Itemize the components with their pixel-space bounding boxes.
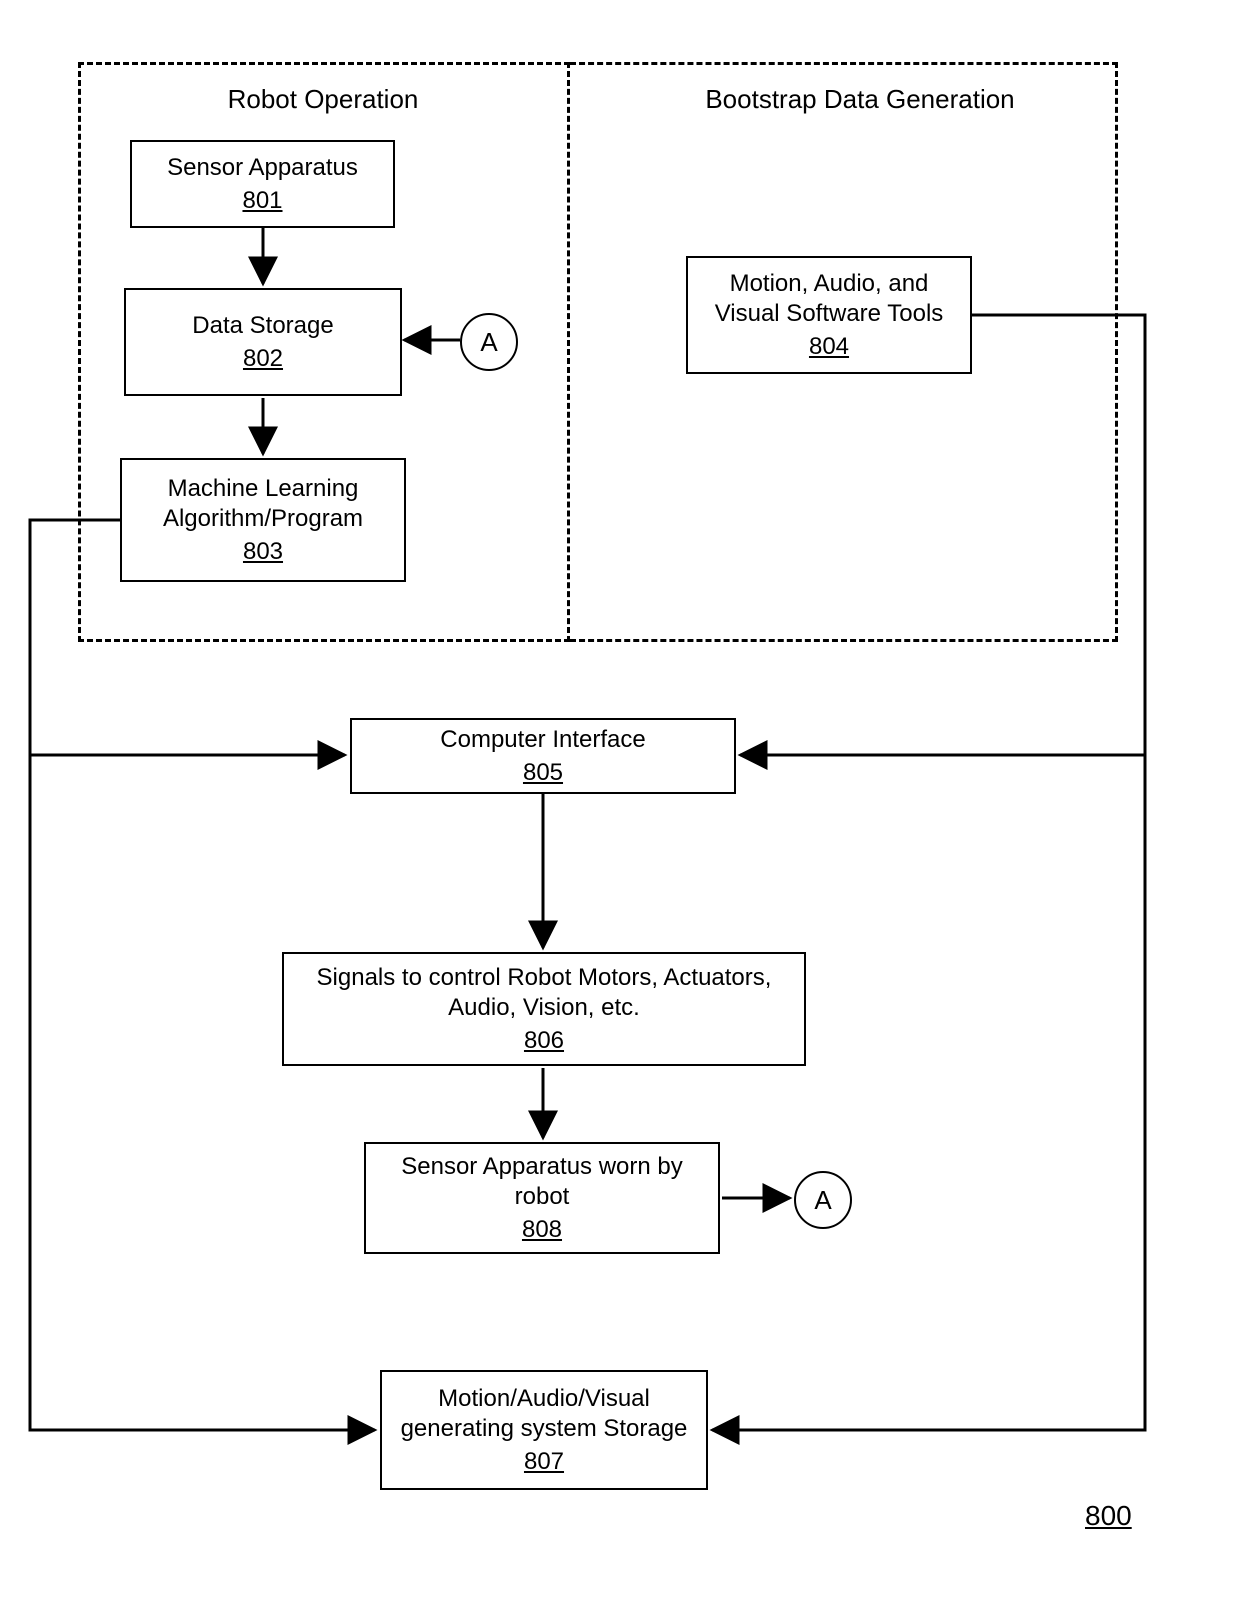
box-label: Machine Learning Algorithm/Program [130,474,396,534]
box-mav-storage: Motion/Audio/Visual generating system St… [380,1370,708,1490]
box-label: Motion/Audio/Visual generating system St… [390,1384,698,1444]
box-sensor-apparatus-robot: Sensor Apparatus worn by robot 808 [364,1142,720,1254]
box-ref: 804 [809,333,849,361]
box-computer-interface: Computer Interface 805 [350,718,736,794]
box-ref: 802 [243,345,283,373]
box-label: Motion, Audio, and Visual Software Tools [696,269,962,329]
box-ref: 801 [242,187,282,215]
box-machine-learning: Machine Learning Algorithm/Program 803 [120,458,406,582]
box-label: Sensor Apparatus worn by robot [374,1152,710,1212]
box-ref: 805 [523,759,563,787]
figure-reference: 800 [1085,1500,1132,1532]
box-label: Sensor Apparatus [167,153,358,183]
box-ref: 806 [524,1027,564,1055]
box-signals-control: Signals to control Robot Motors, Actuato… [282,952,806,1066]
connector-label: A [480,327,497,358]
connector-a-top: A [460,313,518,371]
connector-a-bottom: A [794,1171,852,1229]
box-ref: 807 [524,1448,564,1476]
connector-label: A [814,1185,831,1216]
box-data-storage: Data Storage 802 [124,288,402,396]
box-sensor-apparatus: Sensor Apparatus 801 [130,140,395,228]
box-motion-audio-visual-tools: Motion, Audio, and Visual Software Tools… [686,256,972,374]
box-label: Data Storage [192,311,333,341]
box-label: Computer Interface [440,725,645,755]
box-label: Signals to control Robot Motors, Actuato… [292,963,796,1023]
box-ref: 803 [243,538,283,566]
group-title-robot-operation: Robot Operation [138,84,508,115]
box-ref: 808 [522,1216,562,1244]
group-title-bootstrap: Bootstrap Data Generation [650,84,1070,115]
